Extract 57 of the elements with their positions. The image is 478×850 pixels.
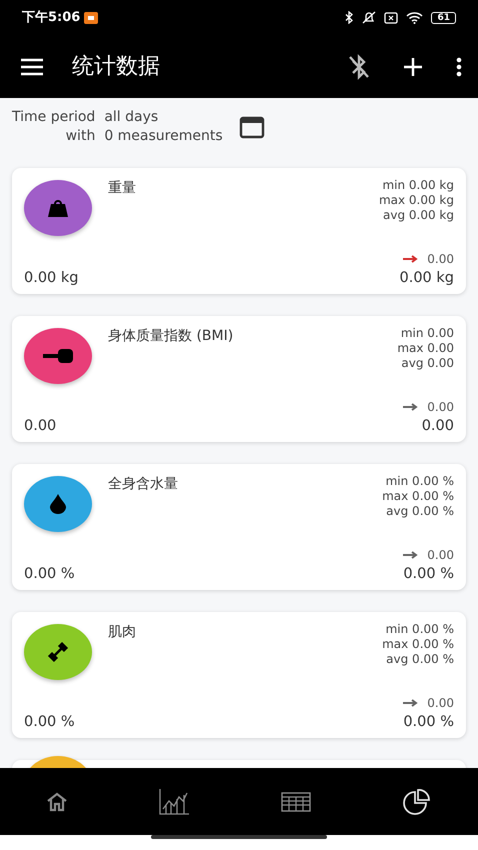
trend-value: 0.00 bbox=[427, 695, 454, 712]
calendar-icon[interactable] bbox=[238, 115, 265, 139]
max-value: max 0.00 % bbox=[382, 489, 454, 504]
stat-card[interactable]: 身体质量指数 (BMI) min 0.00 max 0.00 avg 0.00 0.00 0.00 0.00 bbox=[12, 316, 466, 442]
first-value: 0.00 bbox=[24, 417, 56, 436]
battery-level: 61 bbox=[431, 12, 456, 24]
first-value: 0.00 % bbox=[24, 713, 75, 732]
max-value: max 0.00 % bbox=[382, 637, 454, 652]
stat-card[interactable]: 重量 min 0.00 kg max 0.00 kg avg 0.00 kg 0.00 kg 0.00 0.00 kg bbox=[12, 168, 466, 294]
more-icon[interactable] bbox=[456, 56, 462, 76]
last-value: 0.00 % bbox=[403, 713, 454, 732]
last-value: 0.00 % bbox=[403, 565, 454, 584]
sim-icon bbox=[384, 12, 398, 24]
status-time: 下午5:06 bbox=[22, 8, 80, 27]
home-tab-icon[interactable] bbox=[46, 792, 68, 812]
bluetooth-off-icon[interactable] bbox=[348, 54, 370, 80]
avg-value: avg 0.00 % bbox=[385, 504, 454, 519]
min-value: min 0.00 bbox=[400, 326, 454, 341]
bell-off-icon bbox=[362, 11, 376, 24]
notification-icon bbox=[84, 12, 98, 24]
max-value: max 0.00 kg bbox=[378, 193, 454, 208]
stat-card[interactable]: 肌肉 min 0.00 % max 0.00 % avg 0.00 % 0.00 % 0.00 0.00 % bbox=[12, 612, 466, 738]
bluetooth-icon bbox=[345, 11, 354, 24]
period-label: Time period bbox=[12, 108, 96, 127]
metric-name: 肌肉 bbox=[108, 623, 136, 642]
menu-icon[interactable] bbox=[20, 58, 44, 76]
avg-value: avg 0.00 % bbox=[385, 652, 454, 667]
period-value: all days bbox=[104, 108, 160, 127]
avg-value: avg 0.00 kg bbox=[382, 208, 454, 223]
last-value: 0.00 kg bbox=[400, 269, 454, 288]
min-value: min 0.00 % bbox=[384, 622, 454, 637]
first-value: 0.00 % bbox=[24, 565, 75, 584]
dumbbell-icon bbox=[46, 640, 70, 664]
wifi-icon bbox=[406, 12, 424, 24]
drop-icon bbox=[50, 494, 66, 514]
app-title: 统计数据 bbox=[72, 53, 160, 81]
add-icon[interactable] bbox=[404, 58, 422, 76]
measurement-count: 0 measurements bbox=[104, 127, 223, 146]
with-label: with bbox=[64, 127, 96, 146]
last-value: 0.00 bbox=[420, 417, 454, 436]
first-value: 0.00 kg bbox=[24, 269, 78, 288]
max-value: max 0.00 bbox=[397, 341, 454, 356]
metric-name: 全身含水量 bbox=[108, 475, 178, 494]
min-value: min 0.00 kg bbox=[381, 178, 454, 193]
table-tab-icon[interactable] bbox=[280, 792, 311, 812]
stat-card[interactable]: 全身含水量 min 0.00 % max 0.00 % avg 0.00 % 0.00 % 0.00 0.00 % bbox=[12, 464, 466, 590]
measuring-tape-icon bbox=[43, 349, 73, 363]
chart-tab-icon[interactable] bbox=[159, 788, 190, 814]
weight-icon bbox=[47, 198, 69, 218]
trend-value: 0.00 bbox=[427, 251, 454, 268]
min-value: min 0.00 % bbox=[384, 474, 454, 489]
metric-name: 重量 bbox=[108, 179, 136, 198]
avg-value: avg 0.00 bbox=[400, 356, 454, 371]
trend-value: 0.00 bbox=[427, 547, 454, 564]
pie-tab-icon[interactable] bbox=[402, 788, 432, 814]
trend-value: 0.00 bbox=[427, 399, 454, 416]
metric-name: 身体质量指数 (BMI) bbox=[108, 327, 234, 346]
